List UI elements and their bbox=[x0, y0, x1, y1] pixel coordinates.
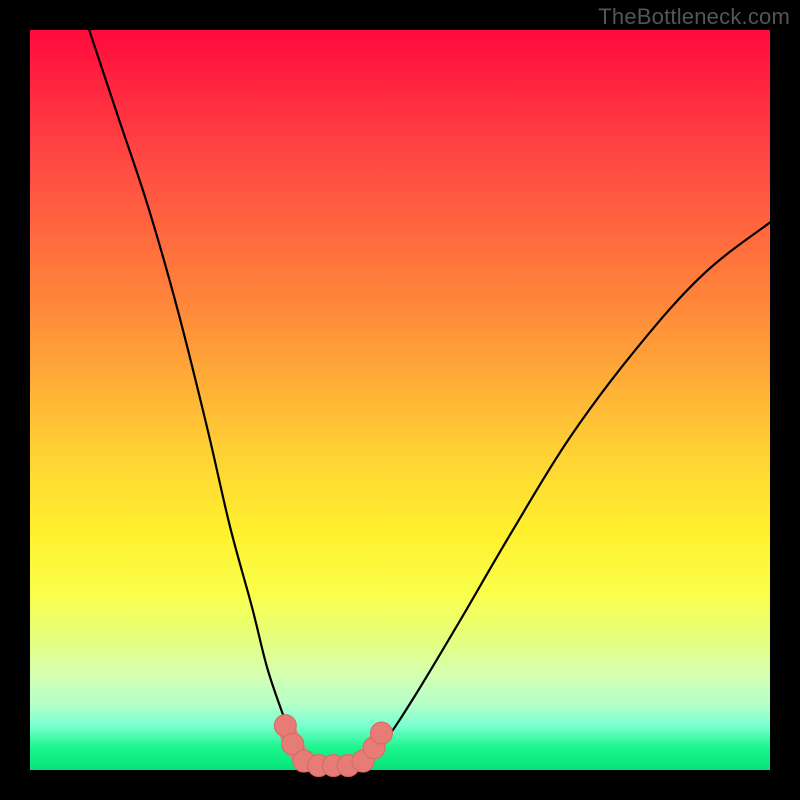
bottleneck-curve bbox=[89, 30, 770, 767]
chart-frame: TheBottleneck.com bbox=[0, 0, 800, 800]
plot-area bbox=[30, 30, 770, 770]
watermark-text: TheBottleneck.com bbox=[598, 4, 790, 30]
valley-marker bbox=[371, 722, 393, 744]
valley-markers bbox=[274, 715, 392, 777]
curve-layer bbox=[30, 30, 770, 770]
